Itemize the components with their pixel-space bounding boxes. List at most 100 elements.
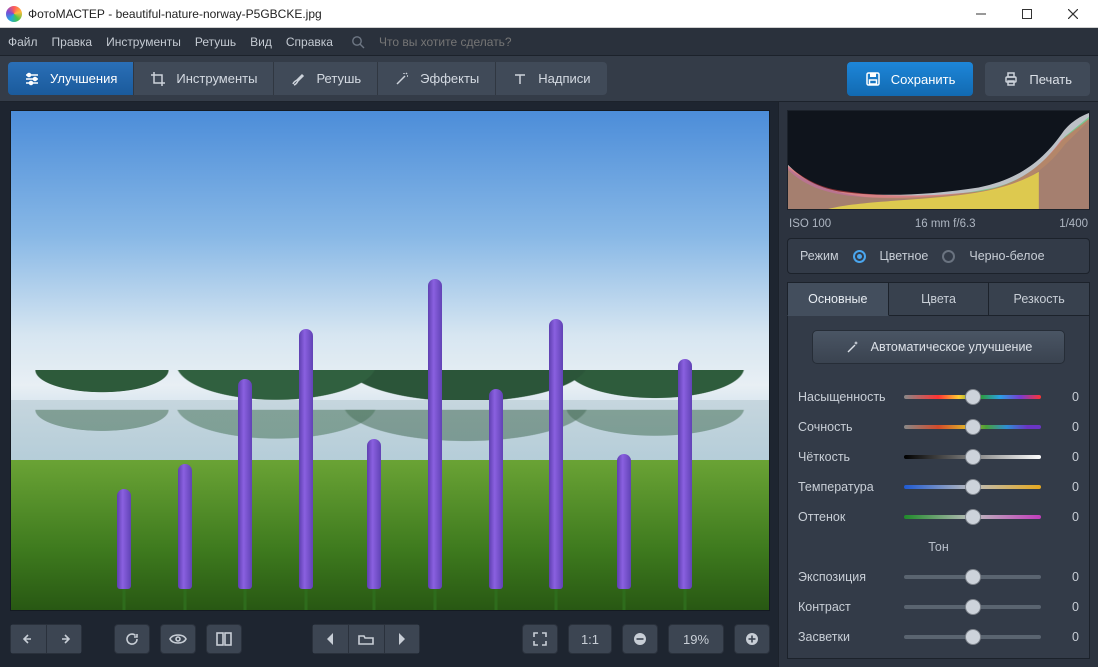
tab-label: Улучшения [50, 71, 117, 86]
slider-label: Температура [798, 480, 896, 494]
radio-color[interactable] [853, 250, 866, 263]
slider-handle[interactable] [965, 629, 981, 645]
slider-row: Оттенок0 [798, 502, 1079, 532]
slider-value: 0 [1049, 600, 1079, 614]
zoom-level[interactable]: 19% [668, 624, 724, 654]
slider-handle[interactable] [965, 449, 981, 465]
slider-handle[interactable] [965, 389, 981, 405]
zoom-out-button[interactable] [622, 624, 658, 654]
fit-screen-button[interactable] [522, 624, 558, 654]
auto-enhance-button[interactable]: Автоматическое улучшение [812, 330, 1065, 364]
subtab-sharpness[interactable]: Резкость [989, 282, 1090, 316]
slider-track[interactable] [904, 395, 1041, 399]
window-title: ФотоМАСТЕР - beautiful-nature-norway-P5G… [28, 7, 958, 21]
next-image-button[interactable] [384, 624, 420, 654]
meta-lens: 16 mm f/6.3 [915, 218, 976, 230]
menu-retouch[interactable]: Ретушь [195, 35, 236, 49]
tab-enhancements[interactable]: Улучшения [8, 62, 134, 95]
slider-track[interactable] [904, 635, 1041, 639]
print-icon [1003, 71, 1019, 87]
menu-help[interactable]: Справка [286, 35, 333, 49]
menu-view[interactable]: Вид [250, 35, 272, 49]
slider-row: Засветки 0 [798, 622, 1079, 652]
slider-track[interactable] [904, 575, 1041, 579]
slider-value: 0 [1049, 630, 1079, 644]
wand-star-icon [845, 339, 861, 355]
image-canvas[interactable] [10, 110, 770, 611]
reset-button[interactable] [114, 624, 150, 654]
minimize-button[interactable] [958, 0, 1004, 28]
tab-text[interactable]: Надписи [496, 62, 606, 95]
print-label: Печать [1029, 72, 1072, 87]
close-button[interactable] [1050, 0, 1096, 28]
slider-handle[interactable] [965, 599, 981, 615]
slider-track[interactable] [904, 455, 1041, 459]
slider-label: Засветки [798, 630, 896, 644]
tab-retouch[interactable]: Ретушь [274, 62, 378, 95]
photo-metadata: ISO 100 16 mm f/6.3 1/400 [779, 218, 1098, 238]
slider-label: Насыщенность [798, 390, 896, 404]
tab-instruments[interactable]: Инструменты [134, 62, 274, 95]
radio-bw[interactable] [942, 250, 955, 263]
compare-button[interactable] [206, 624, 242, 654]
brush-icon [290, 71, 306, 87]
subtab-colors[interactable]: Цвета [889, 282, 990, 316]
redo-button[interactable] [46, 624, 82, 654]
slider-value: 0 [1049, 450, 1079, 464]
text-icon [512, 71, 528, 87]
tab-effects[interactable]: Эффекты [378, 62, 496, 95]
slider-handle[interactable] [965, 419, 981, 435]
slider-handle[interactable] [965, 509, 981, 525]
tab-label: Ретушь [316, 71, 361, 86]
menu-tools[interactable]: Инструменты [106, 35, 181, 49]
canvas-controls: 1:1 19% [10, 619, 770, 659]
slider-label: Контраст [798, 600, 896, 614]
prev-image-button[interactable] [312, 624, 348, 654]
slider-value: 0 [1049, 570, 1079, 584]
slider-value: 0 [1049, 480, 1079, 494]
print-button[interactable]: Печать [985, 62, 1090, 96]
slider-track[interactable] [904, 485, 1041, 489]
open-file-button[interactable] [348, 624, 384, 654]
menu-edit[interactable]: Правка [52, 35, 93, 49]
slider-row: Сочность 0 [798, 412, 1079, 442]
search-icon [351, 35, 365, 49]
tab-label: Надписи [538, 71, 590, 86]
right-panel: ISO 100 16 mm f/6.3 1/400 Режим Цветное … [778, 102, 1098, 667]
auto-enhance-label: Автоматическое улучшение [871, 340, 1033, 354]
photo-preview [11, 111, 769, 610]
meta-shutter: 1/400 [1059, 218, 1088, 230]
slider-track[interactable] [904, 605, 1041, 609]
subtab-basic[interactable]: Основные [787, 282, 889, 316]
slider-row: Температура 0 [798, 472, 1079, 502]
undo-button[interactable] [10, 624, 46, 654]
color-mode-row: Режим Цветное Черно-белое [787, 238, 1090, 274]
tab-label: Инструменты [176, 71, 257, 86]
mode-bw-label[interactable]: Черно-белое [969, 249, 1044, 263]
actual-size-button[interactable]: 1:1 [568, 624, 612, 654]
save-label: Сохранить [891, 72, 956, 87]
slider-value: 0 [1049, 420, 1079, 434]
slider-label: Чёткость [798, 450, 896, 464]
slider-track[interactable] [904, 425, 1041, 429]
menu-file[interactable]: Файл [8, 35, 38, 49]
slider-label: Экспозиция [798, 570, 896, 584]
sliders-icon [24, 71, 40, 87]
slider-label: Сочность [798, 420, 896, 434]
slider-row: Насыщенность 0 [798, 382, 1079, 412]
menubar: Файл Правка Инструменты Ретушь Вид Справ… [0, 28, 1098, 56]
mode-color-label[interactable]: Цветное [880, 249, 929, 263]
wand-icon [394, 71, 410, 87]
toggle-preview-button[interactable] [160, 624, 196, 654]
maximize-button[interactable] [1004, 0, 1050, 28]
zoom-in-button[interactable] [734, 624, 770, 654]
slider-handle[interactable] [965, 569, 981, 585]
slider-value: 0 [1049, 390, 1079, 404]
histogram[interactable] [787, 110, 1090, 210]
save-icon [865, 71, 881, 87]
save-button[interactable]: Сохранить [847, 62, 974, 96]
search-input[interactable] [379, 35, 659, 49]
slider-row: Экспозиция 0 [798, 562, 1079, 592]
slider-handle[interactable] [965, 479, 981, 495]
slider-track[interactable] [904, 515, 1041, 519]
